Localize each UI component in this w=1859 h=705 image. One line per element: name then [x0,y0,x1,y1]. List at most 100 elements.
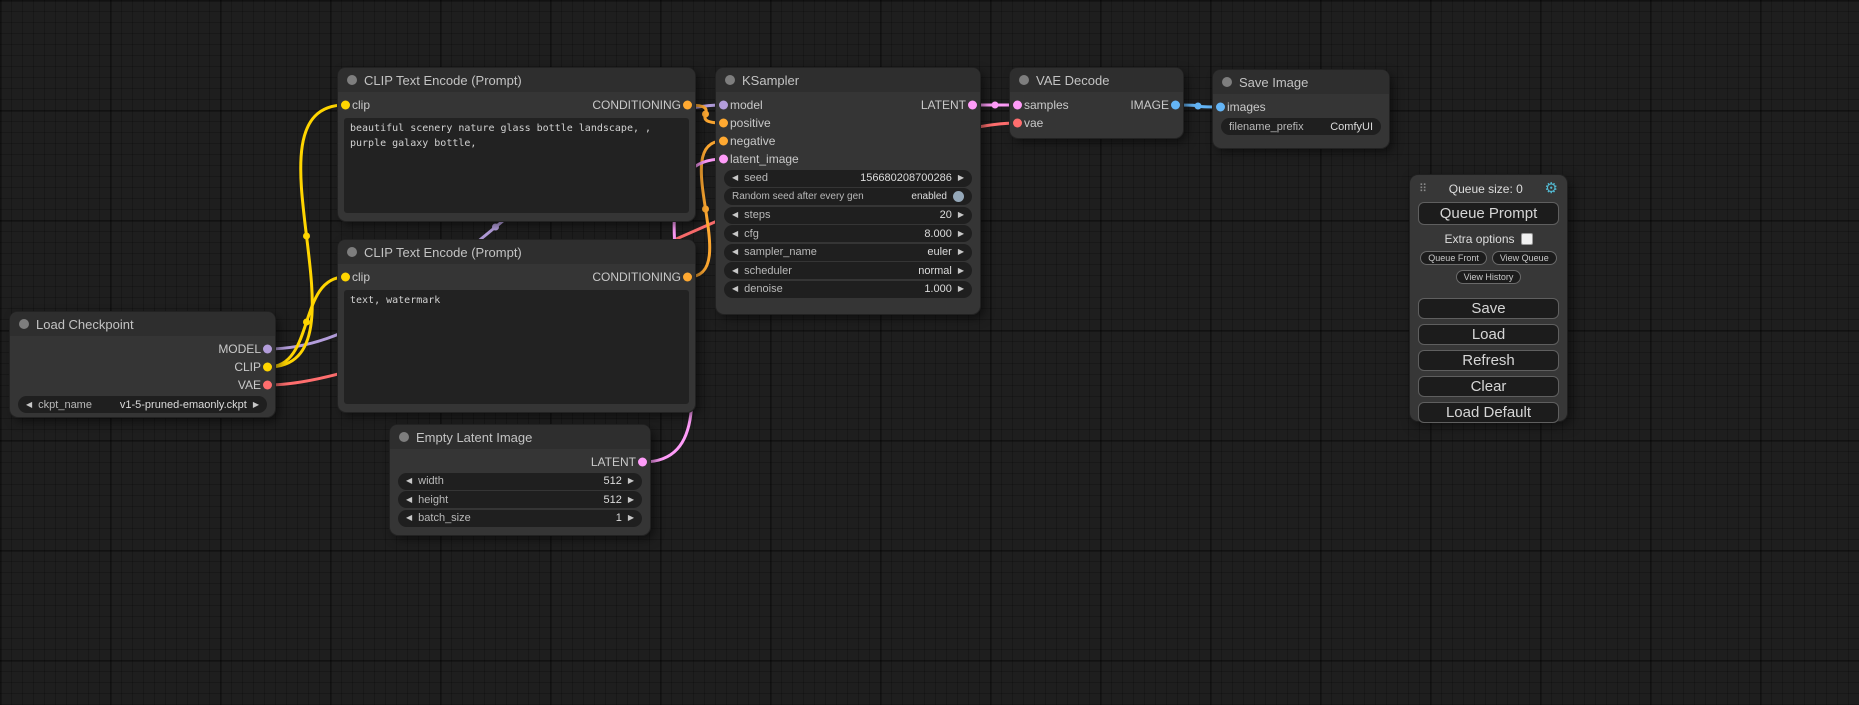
left-arrow-icon[interactable]: ◀ [406,496,412,504]
widget-value: euler [927,246,951,258]
output-label-latent: LATENT [921,98,966,112]
input-dot-negative[interactable] [719,137,728,146]
widget-ckpt-name[interactable]: ◀ ckpt_name v1-5-pruned-emaonly.ckpt ▶ [18,396,267,413]
widget-scheduler[interactable]: ◀ scheduler normal ▶ [724,262,972,279]
widget-value: 512 [603,475,621,487]
left-arrow-icon[interactable]: ◀ [26,401,32,409]
slot-row: samples IMAGE [1010,96,1183,114]
node-title-bar[interactable]: KSampler [716,68,980,92]
node-empty-latent-image[interactable]: Empty Latent Image LATENT ◀ width 512 ▶ … [390,425,650,535]
load-default-button[interactable]: Load Default [1418,402,1559,423]
right-arrow-icon[interactable]: ▶ [958,174,964,182]
node-title-bar[interactable]: Load Checkpoint [10,312,275,336]
node-graph-canvas[interactable]: Load Checkpoint MODEL CLIP VAE ◀ ckpt_na… [0,0,1859,705]
collapse-dot-icon[interactable] [1019,75,1029,85]
view-queue-button[interactable]: View Queue [1492,251,1557,265]
output-dot-model[interactable] [263,345,272,354]
widget-denoise[interactable]: ◀ denoise 1.000 ▶ [724,281,972,298]
output-label-clip: CLIP [234,360,261,374]
wire-midpoint-dot [1195,103,1202,110]
collapse-dot-icon[interactable] [399,432,409,442]
input-dot-vae[interactable] [1013,119,1022,128]
queue-prompt-button[interactable]: Queue Prompt [1418,202,1559,225]
widget-steps[interactable]: ◀ steps 20 ▶ [724,207,972,224]
node-title-bar[interactable]: CLIP Text Encode (Prompt) [338,240,695,264]
node-title-bar[interactable]: VAE Decode [1010,68,1183,92]
slot-row: latent_image [716,150,980,168]
output-dot-image[interactable] [1171,101,1180,110]
node-ksampler[interactable]: KSampler model LATENT positive negative … [716,68,980,314]
input-dot-clip[interactable] [341,101,350,110]
refresh-button[interactable]: Refresh [1418,350,1559,371]
input-label-samples: samples [1024,98,1069,112]
right-arrow-icon[interactable]: ▶ [958,211,964,219]
prompt-textarea[interactable]: beautiful scenery nature glass bottle la… [344,118,689,213]
output-dot-latent[interactable] [638,458,647,467]
widget-height[interactable]: ◀ height 512 ▶ [398,491,642,508]
input-dot-images[interactable] [1216,103,1225,112]
extra-options-checkbox[interactable] [1521,233,1533,245]
collapse-dot-icon[interactable] [347,247,357,257]
node-clip-text-encode-positive[interactable]: CLIP Text Encode (Prompt) clip CONDITION… [338,68,695,221]
save-button[interactable]: Save [1418,298,1559,319]
widget-sampler-name[interactable]: ◀ sampler_name euler ▶ [724,244,972,261]
left-arrow-icon[interactable]: ◀ [732,174,738,182]
output-dot-vae[interactable] [263,381,272,390]
left-arrow-icon[interactable]: ◀ [732,230,738,238]
node-clip-text-encode-negative[interactable]: CLIP Text Encode (Prompt) clip CONDITION… [338,240,695,412]
output-dot-conditioning[interactable] [683,101,692,110]
output-label-latent: LATENT [591,455,636,469]
clear-button[interactable]: Clear [1418,376,1559,397]
prompt-textarea[interactable]: text, watermark [344,290,689,404]
node-vae-decode[interactable]: VAE Decode samples IMAGE vae [1010,68,1183,138]
input-dot-samples[interactable] [1013,101,1022,110]
node-load-checkpoint[interactable]: Load Checkpoint MODEL CLIP VAE ◀ ckpt_na… [10,312,275,417]
queue-front-button[interactable]: Queue Front [1420,251,1487,265]
left-arrow-icon[interactable]: ◀ [732,211,738,219]
node-title-bar[interactable]: Save Image [1213,70,1389,94]
widget-name: steps [744,209,770,221]
toggle-knob[interactable] [953,191,964,202]
widget-seed[interactable]: ◀ seed 156680208700286 ▶ [724,170,972,187]
slot-row: MODEL [10,340,275,358]
left-arrow-icon[interactable]: ◀ [732,285,738,293]
node-title-bar[interactable]: CLIP Text Encode (Prompt) [338,68,695,92]
widget-random-seed-toggle[interactable]: Random seed after every gen enabled [724,188,972,205]
right-arrow-icon[interactable]: ▶ [628,496,634,504]
collapse-dot-icon[interactable] [725,75,735,85]
output-dot-conditioning[interactable] [683,273,692,282]
widget-batch-size[interactable]: ◀ batch_size 1 ▶ [398,510,642,527]
load-button[interactable]: Load [1418,324,1559,345]
right-arrow-icon[interactable]: ▶ [958,267,964,275]
right-arrow-icon[interactable]: ▶ [253,401,259,409]
right-arrow-icon[interactable]: ▶ [628,477,634,485]
collapse-dot-icon[interactable] [19,319,29,329]
slot-row: images [1213,98,1389,116]
collapse-dot-icon[interactable] [1222,77,1232,87]
wire-midpoint-dot [702,111,709,118]
left-arrow-icon[interactable]: ◀ [732,267,738,275]
input-dot-model[interactable] [719,101,728,110]
output-dot-clip[interactable] [263,363,272,372]
widget-cfg[interactable]: ◀ cfg 8.000 ▶ [724,225,972,242]
left-arrow-icon[interactable]: ◀ [406,514,412,522]
right-arrow-icon[interactable]: ▶ [958,285,964,293]
right-arrow-icon[interactable]: ▶ [958,248,964,256]
output-dot-latent[interactable] [968,101,977,110]
node-title-bar[interactable]: Empty Latent Image [390,425,650,449]
input-dot-latent-image[interactable] [719,155,728,164]
right-arrow-icon[interactable]: ▶ [958,230,964,238]
gear-icon[interactable]: ⚙ [1545,181,1558,196]
left-arrow-icon[interactable]: ◀ [732,248,738,256]
widget-width[interactable]: ◀ width 512 ▶ [398,473,642,490]
widget-value: 1 [616,512,622,524]
left-arrow-icon[interactable]: ◀ [406,477,412,485]
widget-filename-prefix[interactable]: filename_prefix ComfyUI [1221,118,1381,135]
node-save-image[interactable]: Save Image images filename_prefix ComfyU… [1213,70,1389,148]
view-history-button[interactable]: View History [1456,270,1522,284]
input-dot-positive[interactable] [719,119,728,128]
collapse-dot-icon[interactable] [347,75,357,85]
drag-handle-icon[interactable]: ⠿ [1419,182,1427,195]
input-dot-clip[interactable] [341,273,350,282]
right-arrow-icon[interactable]: ▶ [628,514,634,522]
